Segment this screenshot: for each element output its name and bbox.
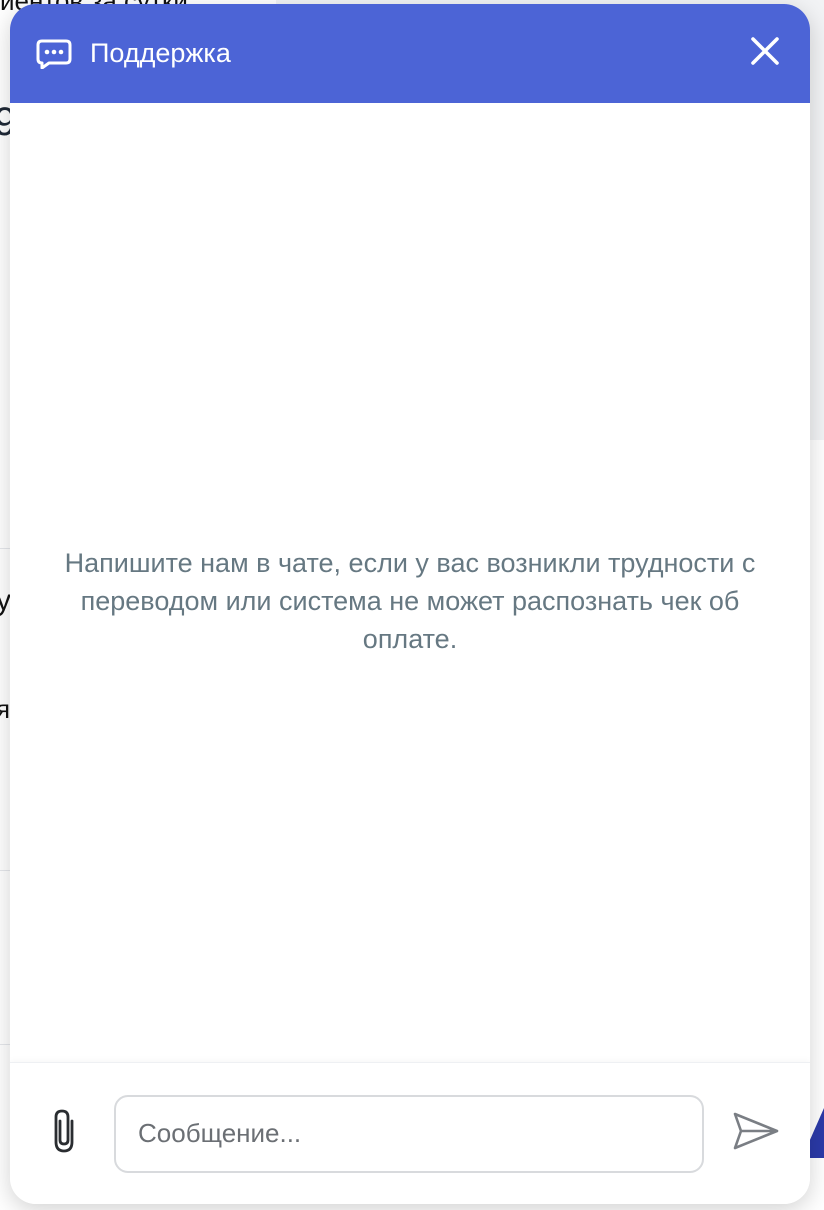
empty-chat-message: Напишите нам в чате, если у вас возникли… [64,547,756,654]
message-input[interactable] [114,1094,704,1173]
background-text-fragment: я [0,694,11,724]
chat-composer [10,1062,810,1204]
chat-messages-area: Напишите нам в чате, если у вас возникли… [10,103,810,1062]
chat-header: Поддержка [10,4,810,103]
chat-bubble-icon [36,38,74,70]
close-button[interactable] [746,35,784,73]
send-icon [732,1111,780,1156]
chat-title: Поддержка [90,38,231,68]
close-icon [750,36,780,71]
attach-file-button[interactable] [44,1108,84,1160]
send-button[interactable] [730,1108,782,1160]
support-chat-widget: Поддержка Напишите нам в чате, если у ва… [10,4,810,1204]
paperclip-icon [50,1107,78,1160]
